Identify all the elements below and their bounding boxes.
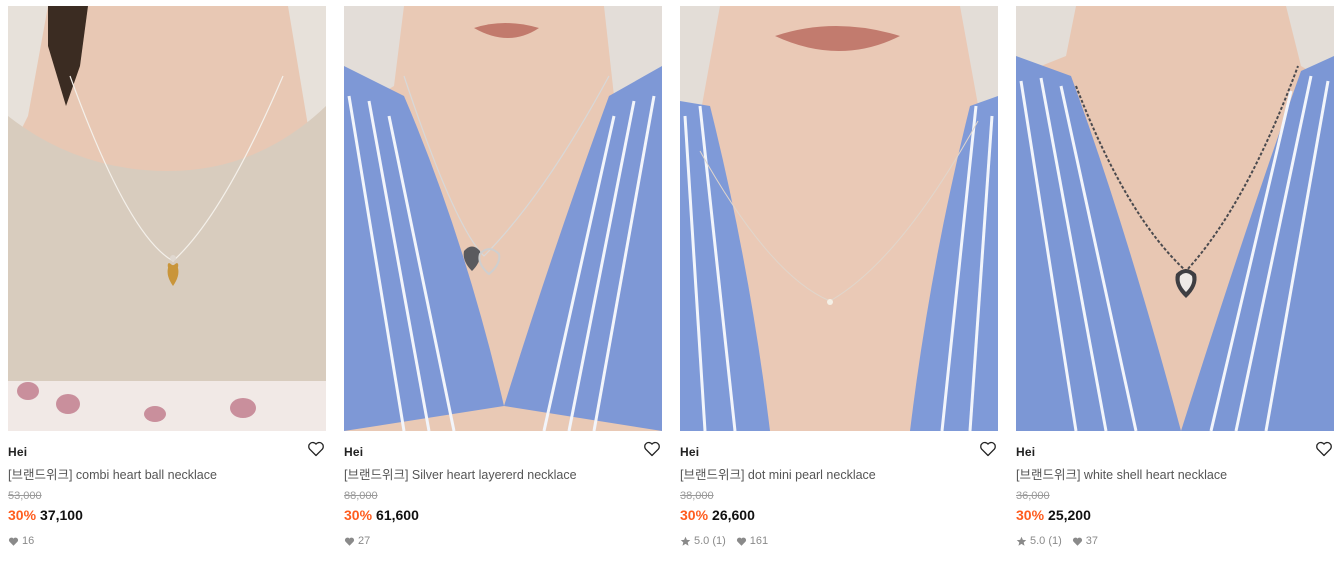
product-name[interactable]: [브랜드위크] Silver heart layererd necklace [344, 466, 662, 484]
sale-price: 26,600 [712, 507, 755, 523]
discount-rate: 30% [1016, 507, 1045, 523]
brand-name[interactable]: Hei [8, 443, 326, 461]
price-row: 30% 61,600 [344, 506, 662, 524]
wishlist-heart-icon[interactable] [307, 440, 325, 458]
brand-name[interactable]: Hei [680, 443, 998, 461]
wishlist-heart-icon[interactable] [1315, 440, 1333, 458]
original-price: 36,000 [1016, 490, 1050, 502]
product-image[interactable] [680, 6, 998, 431]
star-icon [680, 536, 691, 546]
rating-group: 5.0 (1) [680, 534, 726, 548]
wishlist-heart-icon[interactable] [643, 440, 661, 458]
brand-name[interactable]: Hei [344, 443, 662, 461]
sale-price: 25,200 [1048, 507, 1091, 523]
likes-count: 37 [1085, 535, 1099, 547]
rating-value: 5.0 (1) [1030, 535, 1062, 547]
likes-count-group: 161 [736, 534, 768, 548]
product-photo-white-shell-heart [1016, 6, 1334, 431]
rating-group: 5.0 (1) [1016, 534, 1062, 548]
product-meta: 27 [344, 534, 662, 548]
likes-count-group: 16 [8, 534, 34, 548]
product-photo-silver-heart-layered [344, 6, 662, 431]
sale-price: 37,100 [40, 507, 83, 523]
product-grid: Hei [브랜드위크] combi heart ball necklace 53… [0, 0, 1334, 582]
product-image[interactable] [8, 6, 326, 431]
discount-rate: 30% [8, 507, 37, 523]
likes-count: 27 [358, 535, 371, 547]
price-row: 30% 26,600 [680, 506, 998, 524]
likes-count-group: 27 [344, 534, 370, 548]
product-photo-combi-heart-ball [8, 6, 326, 431]
heart-filled-icon [736, 537, 746, 546]
product-card[interactable]: Hei [브랜드위크] dot mini pearl necklace 38,0… [680, 6, 998, 576]
heart-filled-icon [344, 537, 355, 546]
original-price: 38,000 [680, 490, 714, 502]
likes-count: 161 [749, 535, 769, 547]
product-name[interactable]: [브랜드위크] combi heart ball necklace [8, 466, 326, 484]
likes-count: 16 [22, 535, 35, 547]
star-icon [1016, 536, 1027, 546]
product-meta: 5.0 (1) 37 [1016, 534, 1334, 548]
wishlist-heart-icon[interactable] [979, 440, 997, 458]
price-row: 30% 37,100 [8, 506, 326, 524]
product-card[interactable]: Hei [브랜드위크] Silver heart layererd neckla… [344, 6, 662, 576]
sale-price: 61,600 [376, 507, 419, 523]
heart-filled-icon [8, 537, 19, 546]
product-photo-dot-mini-pearl [680, 6, 998, 431]
product-card[interactable]: Hei [브랜드위크] combi heart ball necklace 53… [8, 6, 326, 576]
product-meta: 5.0 (1) 161 [680, 534, 998, 548]
product-image[interactable] [1016, 6, 1334, 431]
product-name[interactable]: [브랜드위크] dot mini pearl necklace [680, 466, 998, 484]
original-price: 53,000 [8, 490, 42, 502]
heart-filled-icon [1072, 537, 1082, 546]
product-card[interactable]: Hei [브랜드위크] white shell heart necklace 3… [1016, 6, 1334, 576]
discount-rate: 30% [344, 507, 373, 523]
product-image[interactable] [344, 6, 662, 431]
original-price: 88,000 [344, 490, 378, 502]
likes-count-group: 37 [1072, 534, 1098, 548]
product-name[interactable]: [브랜드위크] white shell heart necklace [1016, 466, 1334, 484]
rating-value: 5.0 (1) [694, 535, 726, 547]
price-row: 30% 25,200 [1016, 506, 1334, 524]
discount-rate: 30% [680, 507, 709, 523]
product-meta: 16 [8, 534, 326, 548]
brand-name[interactable]: Hei [1016, 443, 1334, 461]
